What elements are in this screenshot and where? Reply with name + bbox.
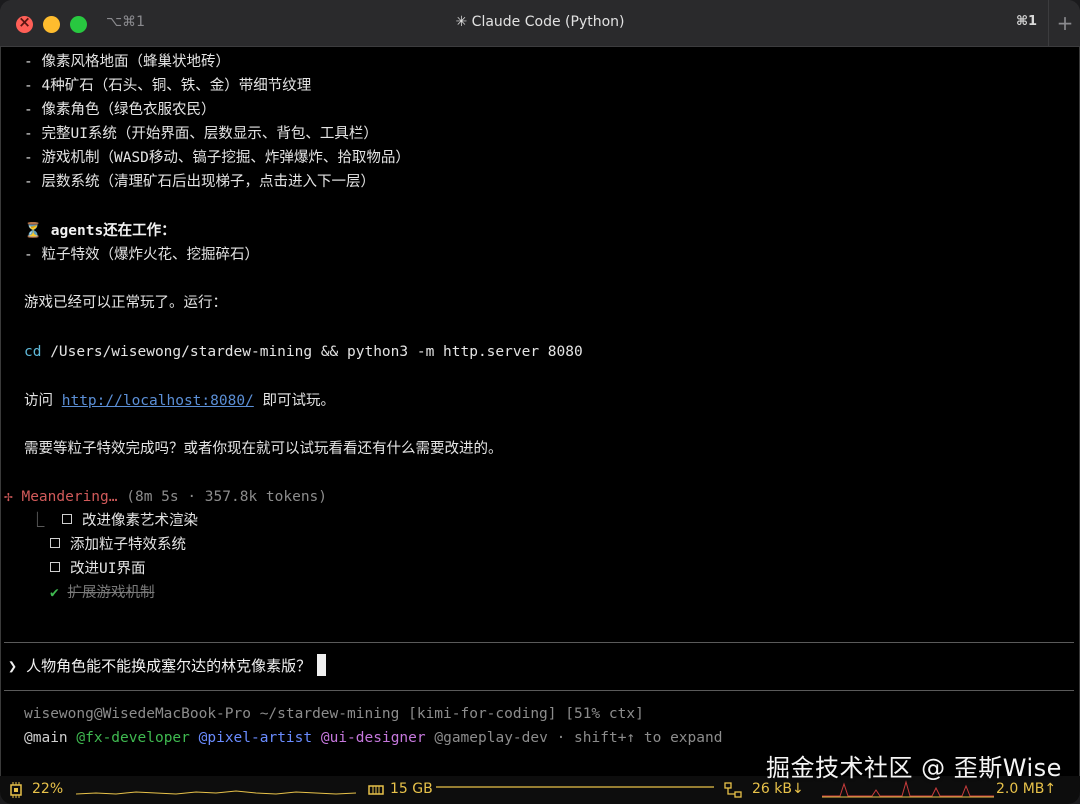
feature-line: - 完整UI系统（开始界面、层数显示、背包、工具栏） — [24, 126, 378, 142]
cpu-usage: 22% — [32, 781, 64, 797]
run-command: cd /Users/wisewong/stardew-mining && pyt… — [24, 341, 583, 363]
visit-suffix: 即可试玩。 — [253, 393, 336, 409]
tree-branch-icon: ⎿ — [30, 513, 45, 529]
agent-fx-developer[interactable]: @fx-developer — [76, 730, 190, 746]
watermark: 掘金技术社区 @ 歪斯Wise — [766, 754, 1062, 782]
prompt-chevron-icon: ❯ — [8, 657, 18, 675]
task-status-line: ✢ Meandering… (8m 5s · 357.8k tokens) — [4, 486, 327, 508]
question-text: 需要等粒子特效完成吗？或者你现在就可以试玩看看还有什么需要改进的。 — [24, 441, 503, 457]
feature-line: - 游戏机制（WASD移动、镐子挖掘、炸弹爆炸、拾取物品） — [24, 150, 410, 166]
command-keyword: cd — [24, 344, 42, 360]
agent-main[interactable]: @main — [24, 730, 68, 746]
todo-item-done: ✔ 扩展游戏机制 — [50, 582, 154, 604]
prompt-input[interactable]: ❯ 人物角色能不能换成塞尔达的林克像素版？ — [8, 654, 327, 678]
title-bar: ⌥⌘1 ✳ Claude Code (Python) ⌘1 + — [0, 0, 1080, 47]
todo-item: ⎿ 改进像素艺术渲染 — [30, 510, 198, 532]
checkbox-icon — [50, 562, 60, 572]
prompt-text[interactable]: 人物角色能不能换成塞尔达的林克像素版？ — [26, 657, 311, 675]
terminal-output[interactable]: - 像素风格地面（蜂巢状地砖） - 4种矿石（石头、铜、铁、金）带细节纹理 - … — [0, 46, 1080, 804]
checkmark-icon: ✔ — [50, 585, 59, 601]
agent-pixel-artist[interactable]: @pixel-artist — [199, 730, 313, 746]
feature-line: - 层数系统（清理矿石后出现梯子，点击进入下一层） — [24, 174, 375, 190]
agents-heading-text: agents还在工作： — [50, 223, 176, 239]
window-title: ✳ Claude Code (Python) — [455, 14, 625, 30]
agents-item: - 粒子特效（爆炸火花、挖掘碎石） — [24, 247, 259, 263]
command-args: /Users/wisewong/stardew-mining && python… — [41, 344, 583, 360]
network-download: 26 kB↓ — [752, 781, 804, 797]
hourglass-icon: ⏳ — [24, 223, 43, 239]
memory-icon — [368, 785, 384, 795]
task-meta: (8m 5s · 357.8k tokens) — [117, 489, 328, 505]
agents-heading: ⏳ agents还在工作： — [24, 220, 176, 242]
cpu-graph — [76, 790, 356, 795]
agent-gameplay-dev[interactable]: @gameplay-dev — [434, 730, 548, 746]
feature-line: - 像素风格地面（蜂巢状地砖） — [24, 54, 230, 70]
playable-text: 游戏已经可以正常玩了。运行： — [24, 295, 227, 311]
network-icon — [724, 782, 742, 798]
tab-shortcut-right: ⌘1 — [1016, 14, 1038, 29]
cpu-icon — [10, 782, 22, 798]
feature-line: - 4种矿石（石头、铜、铁、金）带细节纹理 — [24, 78, 312, 94]
agents-line: @main @fx-developer @pixel-artist @ui-de… — [24, 727, 722, 749]
text-cursor — [317, 654, 327, 676]
input-divider-bottom — [4, 690, 1074, 691]
todo-item: 添加粒子特效系统 — [50, 534, 186, 556]
todo-label: 改进UI界面 — [70, 561, 146, 577]
task-status: Meandering… — [21, 489, 118, 505]
agent-ui-designer[interactable]: @ui-designer — [321, 730, 426, 746]
localhost-link[interactable]: http://localhost:8080/ — [62, 393, 254, 409]
todo-label: 添加粒子特效系统 — [70, 537, 186, 553]
expand-hint: · shift+↑ to expand — [547, 730, 723, 746]
todo-item: 改进UI界面 — [50, 558, 145, 580]
todo-label: 改进像素艺术渲染 — [81, 513, 198, 529]
terminal-window: ⌥⌘1 ✳ Claude Code (Python) ⌘1 + - 像素风格地面… — [0, 0, 1080, 804]
memory-usage: 15 GB — [390, 781, 433, 797]
spinner-icon: ✢ — [4, 489, 13, 505]
visit-line: 访问 http://localhost:8080/ 即可试玩。 — [24, 390, 335, 412]
feature-line: - 像素角色（绿色衣服农民） — [24, 102, 216, 118]
checkbox-icon — [61, 514, 72, 524]
new-tab-button[interactable]: + — [1048, 0, 1080, 46]
visit-prefix: 访问 — [24, 393, 62, 409]
input-divider-top — [4, 642, 1074, 643]
memory-graph — [436, 786, 714, 788]
todo-label: 扩展游戏机制 — [67, 585, 155, 601]
context-line: wisewong@WisedeMacBook-Pro ~/stardew-min… — [24, 706, 644, 722]
checkbox-icon — [50, 538, 60, 548]
network-upload: 2.0 MB↑ — [996, 781, 1057, 797]
